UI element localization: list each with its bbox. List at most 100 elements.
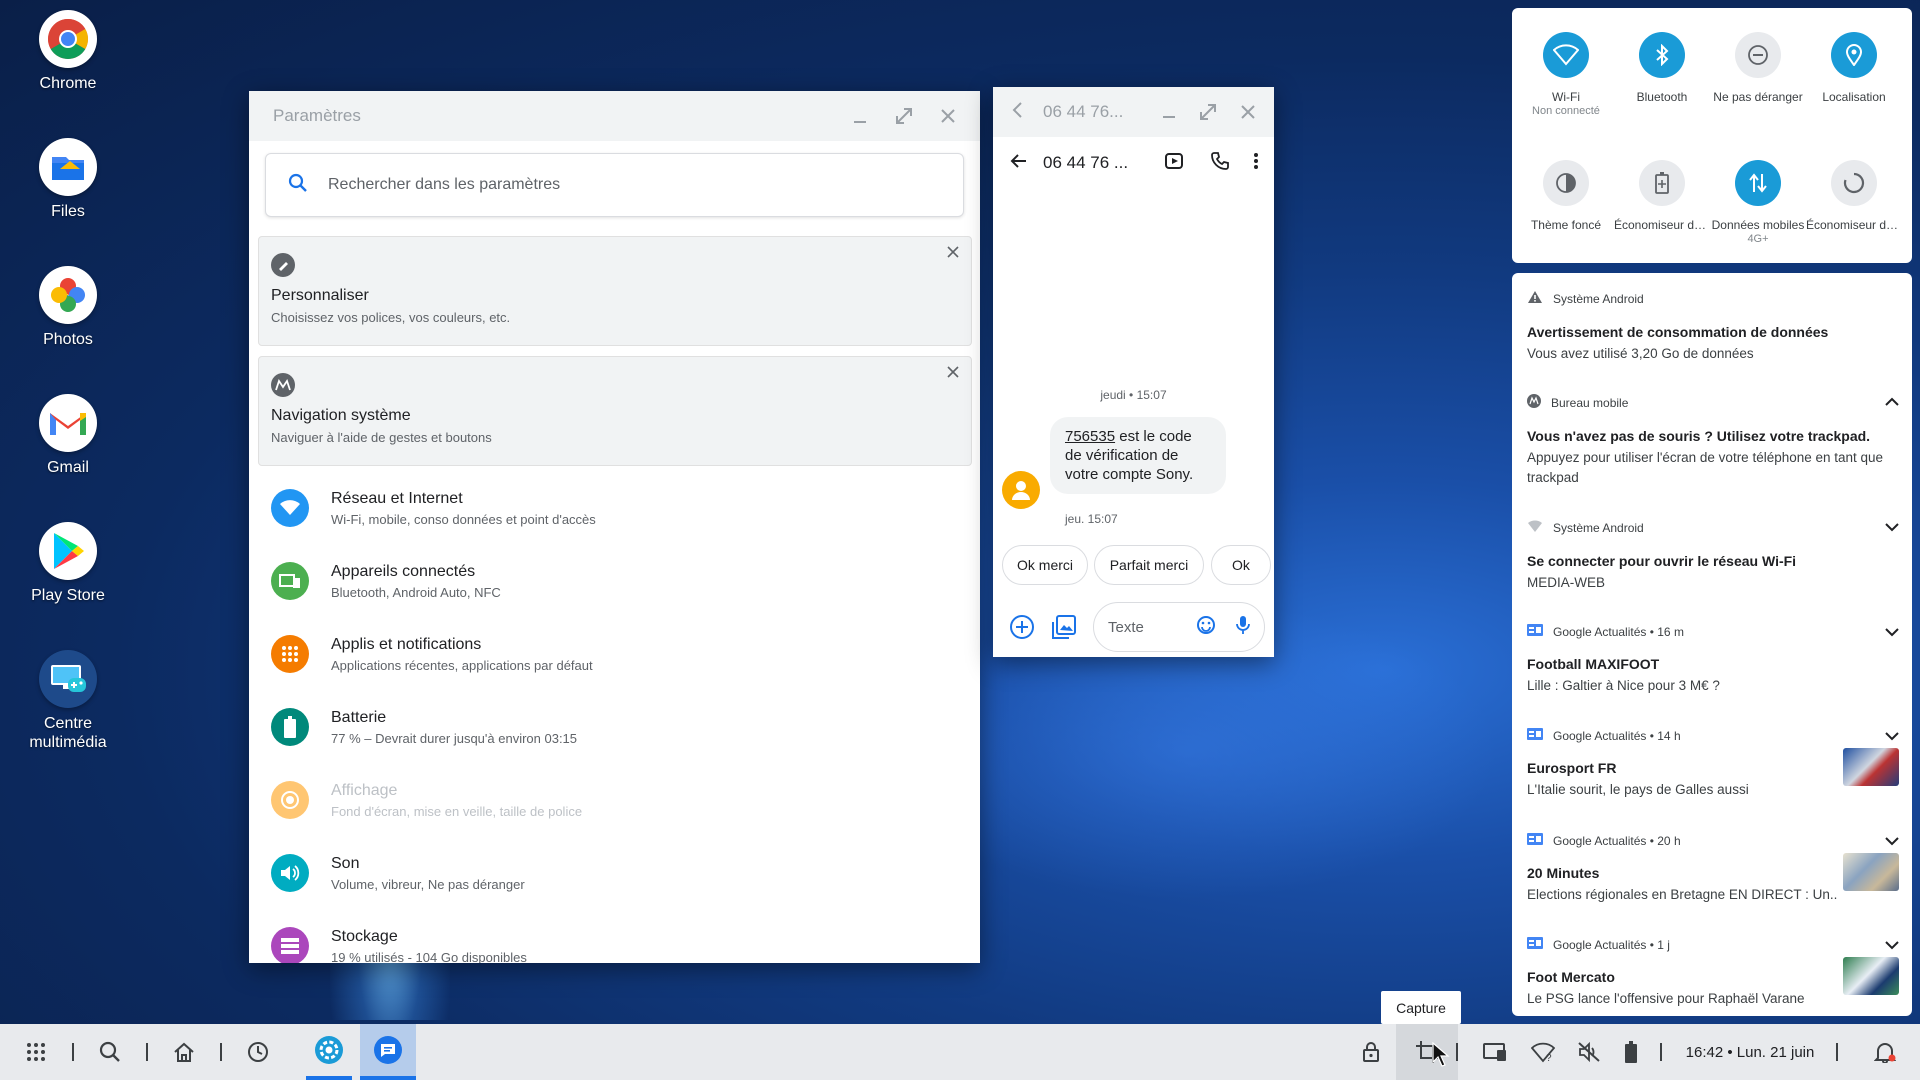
dismiss-icon[interactable] [947, 245, 959, 263]
location-icon [1831, 32, 1877, 78]
settings-item-connected-devices[interactable]: Appareils connectés Bluetooth, Android Au… [271, 551, 961, 611]
settings-item-display[interactable]: Affichage Fond d'écran, mise en veille, t… [271, 770, 961, 830]
notification-trackpad[interactable]: Bureau mobile Vous n'avez pas de souris … [1527, 394, 1899, 488]
video-call-icon[interactable] [1164, 151, 1184, 176]
contact-name: 06 44 76 ... [1043, 153, 1129, 172]
chevron-down-icon[interactable] [1885, 833, 1899, 851]
suggestion-personalize[interactable]: Personnaliser Choisissez vos polices, vo… [258, 236, 972, 346]
chevron-down-icon[interactable] [1885, 937, 1899, 955]
chevron-down-icon[interactable] [1885, 519, 1899, 537]
minimize-icon[interactable] [1162, 105, 1176, 119]
smart-reply-ok[interactable]: Ok [1211, 545, 1271, 585]
tile-data-saver[interactable]: Économiseur de données [1806, 160, 1902, 232]
contact-avatar[interactable] [1002, 471, 1040, 509]
clock[interactable]: 16:42 • Lun. 21 juin [1680, 1024, 1820, 1080]
taskbar-app-messages[interactable] [360, 1024, 416, 1080]
notification-news-maxifoot[interactable]: Google Actualités • 16 m Football MAXIFO… [1527, 624, 1899, 696]
suggestion-system-navigation[interactable]: Navigation système Naviguer à l'aide de … [258, 356, 972, 466]
back-icon[interactable] [1011, 101, 1023, 124]
person-icon [1012, 481, 1030, 500]
more-options-icon[interactable] [1254, 152, 1258, 175]
settings-item-battery[interactable]: Batterie 77 % – Devrait durer jusqu'à env… [271, 697, 961, 757]
bluetooth-icon [1639, 32, 1685, 78]
battery-status[interactable] [1616, 1024, 1646, 1080]
notification-app: Google Actualités • 20 h [1553, 833, 1681, 848]
screen-cast-icon [1483, 1043, 1506, 1061]
desktop-icon-gmail[interactable]: Gmail [18, 394, 118, 477]
notification-news-foot-mercato[interactable]: Google Actualités • 1 j Foot Mercato Le … [1527, 937, 1899, 1009]
volume-button[interactable] [1572, 1024, 1606, 1080]
recents-button[interactable] [238, 1024, 278, 1080]
microphone-icon[interactable] [1236, 615, 1250, 640]
settings-title-bar[interactable]: Paramètres [249, 91, 980, 141]
emoji-icon[interactable] [1196, 615, 1216, 640]
search-button[interactable] [90, 1024, 130, 1080]
smart-reply-parfait-merci[interactable]: Parfait merci [1094, 545, 1204, 585]
taskbar-separator [1456, 1043, 1458, 1061]
message-bubble[interactable]: 756535 est le code de vérification de vo… [1050, 417, 1226, 494]
phone-icon[interactable] [1210, 151, 1230, 176]
message-compose-field[interactable]: Texte [1093, 602, 1265, 652]
dismiss-icon[interactable] [947, 365, 959, 383]
desktop-icon-photos[interactable]: Photos [18, 266, 118, 349]
desktop-icon-chrome[interactable]: Chrome [18, 10, 118, 93]
settings-item-subtitle: Fond d'écran, mise en veille, taille de … [331, 803, 583, 819]
tile-do-not-disturb[interactable]: Ne pas déranger [1710, 32, 1806, 104]
close-icon[interactable] [1240, 104, 1256, 120]
app-launcher-button[interactable] [16, 1024, 56, 1080]
messages-window[interactable]: 06 44 76... 06 44 76 ... jeudi • 15:07 7… [993, 87, 1274, 657]
settings-item-title: Applis et notifications [331, 635, 482, 653]
minimize-icon[interactable] [852, 108, 868, 124]
settings-window[interactable]: Paramètres Rechercher dans les paramètre… [249, 91, 980, 963]
notification-news-eurosport[interactable]: Google Actualités • 14 h Eurosport FR L'… [1527, 728, 1899, 800]
apps-grid-icon [27, 1043, 45, 1061]
messages-icon [374, 1036, 402, 1064]
wifi-status-button[interactable]: ? [1526, 1024, 1560, 1080]
chevron-down-icon[interactable] [1885, 728, 1899, 746]
wifi-question-icon [1527, 519, 1543, 536]
tile-location[interactable]: Localisation [1806, 32, 1902, 104]
settings-search-input[interactable]: Rechercher dans les paramètres [265, 153, 964, 217]
maximize-icon[interactable] [1198, 102, 1218, 122]
lock-button[interactable] [1354, 1024, 1388, 1080]
arrow-back-icon[interactable] [1009, 152, 1027, 175]
news-thumbnail [1843, 748, 1899, 786]
tile-wifi[interactable]: Wi-Fi Non connecté [1518, 32, 1614, 117]
settings-item-sound[interactable]: Son Volume, vibreur, Ne pas déranger [271, 843, 961, 903]
tile-bluetooth[interactable]: Bluetooth [1614, 32, 1710, 104]
notification-wifi-login[interactable]: Système Android Se connecter pour ouvrir… [1527, 519, 1899, 593]
gallery-icon[interactable] [1051, 614, 1077, 645]
chevron-down-icon[interactable] [1885, 624, 1899, 642]
verification-code-link[interactable]: 756535 [1065, 428, 1115, 445]
home-button[interactable] [164, 1024, 204, 1080]
notification-news-20minutes[interactable]: Google Actualités • 20 h 20 Minutes Elec… [1527, 833, 1899, 905]
messages-title-bar[interactable]: 06 44 76... [993, 87, 1274, 137]
battery-saver-icon [1639, 160, 1685, 206]
cast-button[interactable] [1478, 1024, 1512, 1080]
suggestion-title: Navigation système [271, 407, 411, 424]
tile-battery-saver[interactable]: Économiseur de batterie [1614, 160, 1710, 232]
message-date-header: jeudi • 15:07 [1100, 388, 1167, 402]
taskbar-app-settings[interactable] [306, 1024, 352, 1080]
tile-mobile-data[interactable]: Données mobiles 4G+ [1710, 160, 1806, 245]
desktop-icon-media-center[interactable]: Centre multimédia [18, 650, 118, 752]
maximize-icon[interactable] [894, 106, 914, 126]
desktop-icon-label: Gmail [47, 459, 89, 476]
settings-item-storage[interactable]: Stockage 19 % utilisés - 104 Go disponibl… [271, 916, 961, 963]
tile-dark-theme[interactable]: Thème foncé [1518, 160, 1614, 232]
notification-data-warning[interactable]: Système Android Avertissement de consomm… [1527, 290, 1899, 364]
tile-label: Économiseur de données [1806, 218, 1902, 232]
chevron-up-icon[interactable] [1885, 394, 1899, 412]
settings-item-apps[interactable]: Applis et notifications Applications réce… [271, 624, 961, 684]
notifications-button[interactable] [1868, 1024, 1902, 1080]
smart-reply-ok-merci[interactable]: Ok merci [1002, 545, 1088, 585]
desktop-icon-play-store[interactable]: Play Store [18, 522, 118, 605]
add-attachment-icon[interactable] [1009, 614, 1035, 645]
settings-item-network[interactable]: Réseau et Internet Wi-Fi, mobile, conso d… [271, 478, 961, 538]
close-icon[interactable] [940, 108, 956, 124]
desktop-icon-files[interactable]: Files [18, 138, 118, 221]
tile-label: Localisation [1822, 90, 1886, 104]
settings-item-subtitle: Volume, vibreur, Ne pas déranger [331, 876, 525, 892]
motorola-icon [271, 373, 295, 397]
notification-body: Appuyez pour utiliser l'écran de votre t… [1527, 450, 1884, 485]
